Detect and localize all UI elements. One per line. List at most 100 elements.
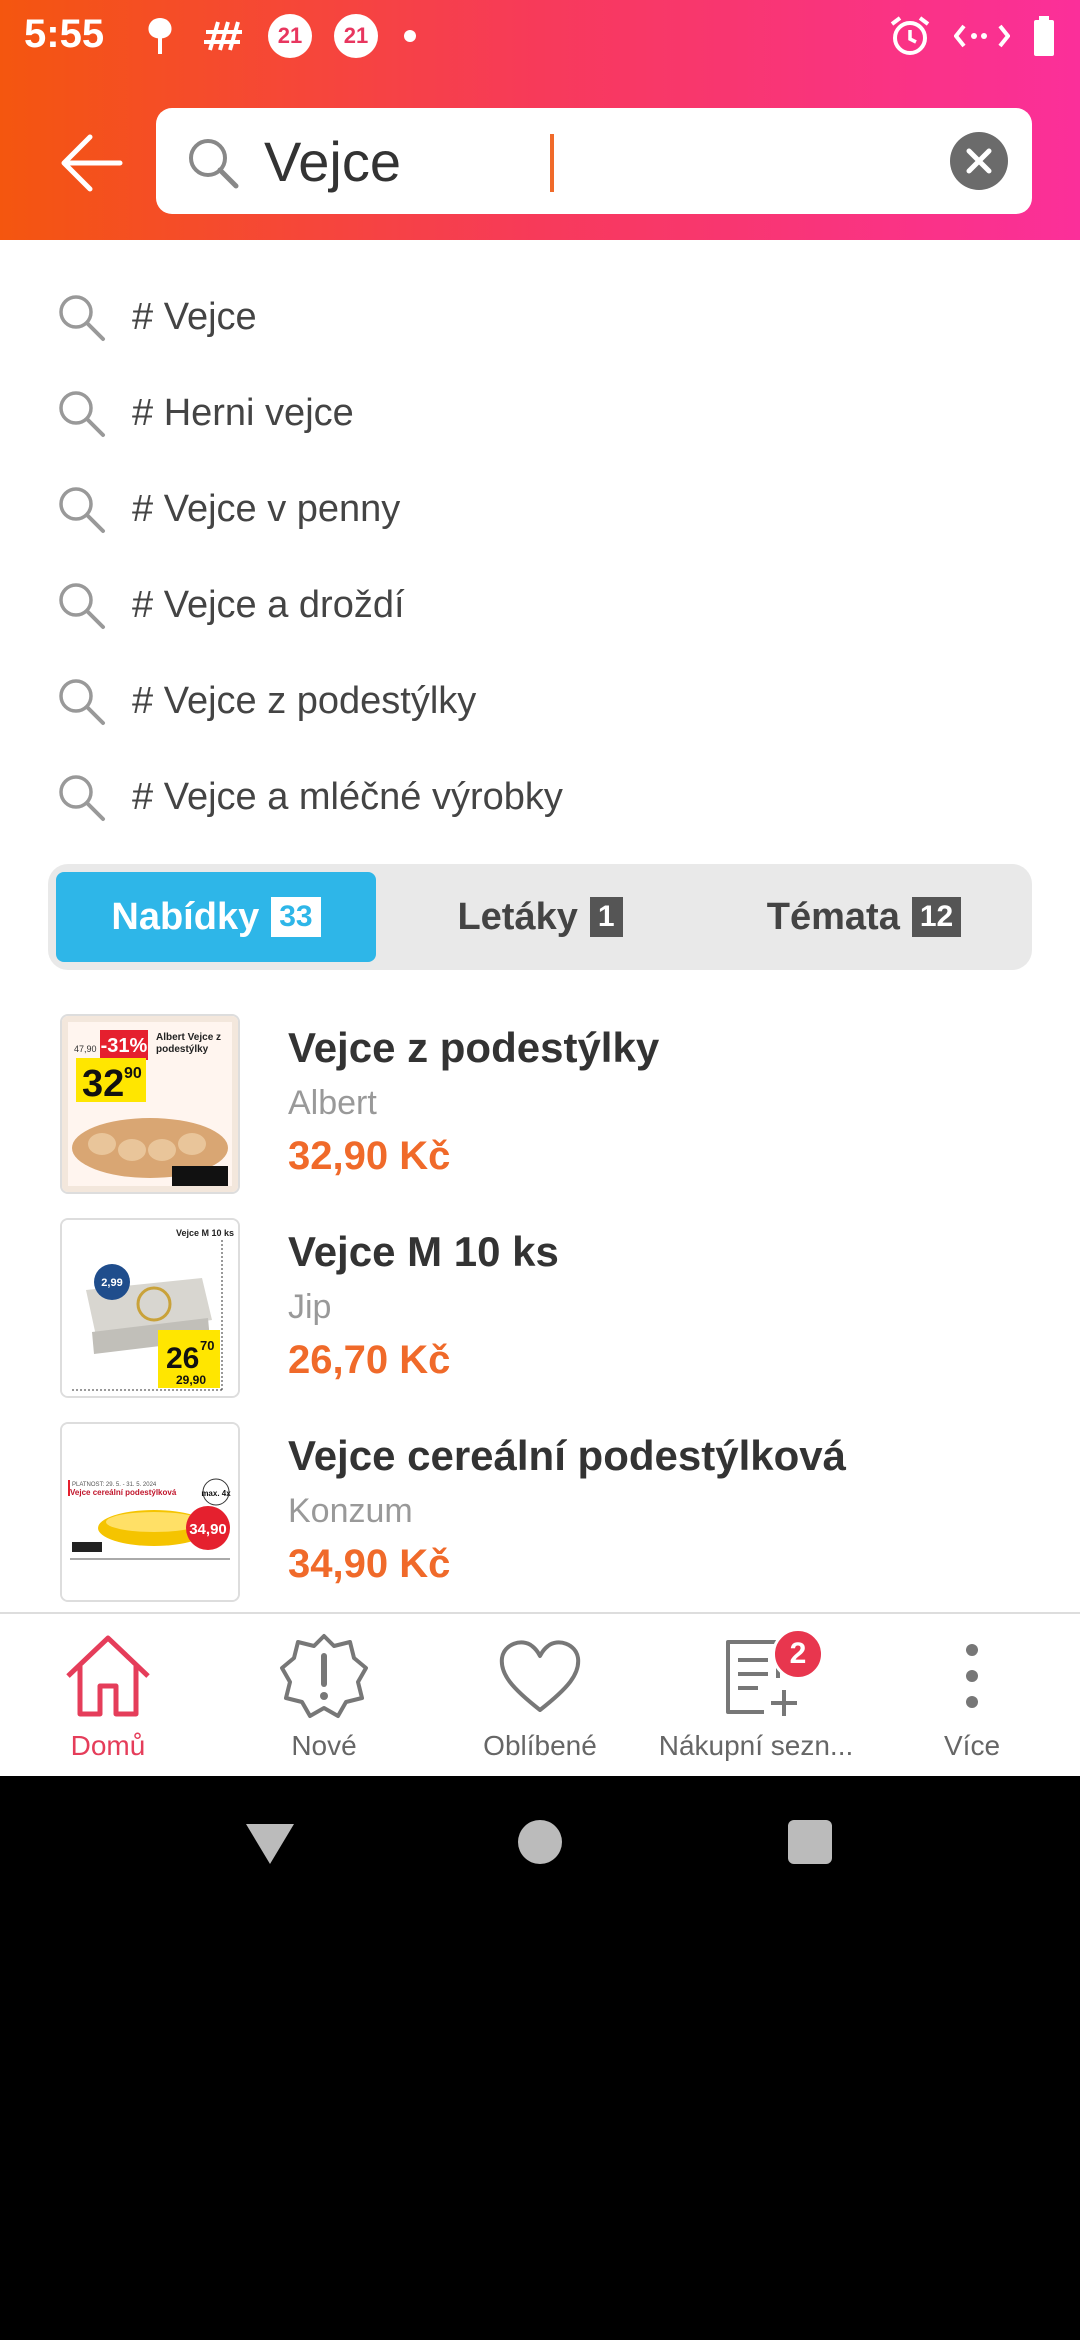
offer-store: Konzum (288, 1492, 413, 1530)
app-21-label: 21 (277, 23, 303, 48)
thumb-caption: Albert Vejce z podestýlky (156, 1032, 222, 1055)
nav-label: Nákupní sezn... (658, 1730, 854, 1761)
offer-item[interactable]: -31% 32 90 47,90 Albert Vejce z podestýl… (0, 1010, 1080, 1214)
offer-title: Vejce M 10 ks (288, 1228, 559, 1275)
search-icon (189, 139, 239, 189)
search-icon (59, 775, 105, 821)
thumb-old-price: 29,90 (176, 1373, 206, 1387)
app-21-icon: 21 (268, 14, 312, 58)
tab-offers[interactable]: Nabídky 33 (56, 872, 376, 962)
alarm-icon (890, 16, 930, 55)
nav-more[interactable]: Více (864, 1614, 1080, 1776)
back-arrow-icon[interactable] (58, 128, 128, 198)
offer-title: Vejce z podestýlky (288, 1024, 660, 1071)
thumb-price-int: 32 (82, 1063, 124, 1105)
nav-shopping-list[interactable]: 2 Nákupní sezn... (648, 1614, 864, 1776)
hashtag-app-icon (204, 21, 242, 51)
suggestion-item[interactable]: # Vejce (0, 270, 1080, 366)
status-notifications: 21 21 (140, 14, 420, 58)
app-screen: 5:55 21 21 Vejce # Vejce # Herni vejce #… (0, 0, 1080, 1776)
app-21-icon-2: 21 (334, 14, 378, 58)
suggestion-item[interactable]: # Vejce v penny (0, 462, 1080, 558)
nav-favorites[interactable]: Oblíbené (432, 1614, 648, 1776)
nav-label: Více (943, 1730, 1001, 1761)
tab-count: 33 (271, 897, 321, 937)
battery-icon (1034, 16, 1054, 56)
suggestion-list: # Vejce # Herni vejce # Vejce v penny # … (0, 270, 1080, 846)
status-bar: 5:55 21 21 (0, 0, 1080, 72)
tab-label: Nabídky (111, 895, 260, 938)
search-icon (59, 391, 105, 437)
search-icon (59, 583, 105, 629)
thumb-badge: max. 4x (201, 1489, 231, 1498)
thumb-unit-price: 2,99 (101, 1277, 122, 1289)
thumb-discount: -31% (101, 1035, 148, 1057)
thumb-price-dec: 90 (124, 1065, 142, 1082)
tab-label: Témata (766, 895, 900, 938)
badge-count: 2 (789, 1637, 807, 1670)
heart-icon (499, 1640, 581, 1712)
tab-count: 1 (589, 897, 623, 937)
albert-egg-leaflet-image: -31% 32 90 47,90 Albert Vejce z podestýl… (62, 1016, 238, 1192)
system-recents-icon[interactable] (786, 1818, 834, 1866)
thumb-old-price: 47,90 (74, 1044, 97, 1054)
offer-title: Vejce cereální podestýlková (288, 1432, 846, 1479)
suggestion-item[interactable]: # Vejce z podestýlky (0, 654, 1080, 750)
konzum-egg-leaflet-image: PLATNOST: 29. 5. - 31. 5. 2024 Vejce cer… (62, 1424, 238, 1600)
thumb-caption: Vejce cereální podestýlková (70, 1488, 177, 1497)
offer-thumbnail: PLATNOST: 29. 5. - 31. 5. 2024 Vejce cer… (60, 1422, 240, 1602)
system-back-icon[interactable] (244, 1820, 296, 1868)
app-21-label-2: 21 (343, 23, 369, 48)
suggestion-item[interactable]: # Vejce a droždí (0, 558, 1080, 654)
system-home-icon[interactable] (516, 1818, 564, 1866)
clear-search-button[interactable] (950, 132, 1008, 190)
suggestion-label: # Herni vejce (132, 392, 354, 434)
jip-egg-leaflet-image: 2,99 26 70 29,90 Vejce M 10 ks (62, 1220, 238, 1396)
tab-topics[interactable]: Témata 12 (704, 872, 1024, 962)
alert-badge-icon (280, 1634, 368, 1718)
nav-label: Domů (70, 1730, 146, 1761)
shopping-list-count-badge: 2 (772, 1628, 824, 1680)
more-notifications-dot-icon (404, 30, 416, 42)
thumb-price-int: 26 (166, 1342, 199, 1375)
offer-item[interactable]: 2,99 26 70 29,90 Vejce M 10 ks Vejce M 1… (0, 1214, 1080, 1418)
data-saver-icon (954, 24, 1010, 48)
offer-item[interactable]: PLATNOST: 29. 5. - 31. 5. 2024 Vejce cer… (0, 1418, 1080, 1622)
offer-store: Jip (288, 1288, 332, 1326)
offer-price: 26,70 Kč (288, 1338, 451, 1382)
offer-list: -31% 32 90 47,90 Albert Vejce z podestýl… (0, 1010, 1080, 1622)
thumb-price: 34,90 (189, 1521, 227, 1538)
tulip-icon (148, 18, 172, 54)
suggestion-label: # Vejce z podestýlky (132, 680, 477, 722)
search-icon (59, 487, 105, 533)
result-tabs: Nabídky 33 Letáky 1 Témata 12 (48, 864, 1032, 970)
text-caret (550, 134, 554, 192)
search-input[interactable] (264, 126, 884, 196)
offer-price: 34,90 Kč (288, 1542, 451, 1586)
home-icon (66, 1635, 150, 1717)
nav-home[interactable]: Domů (0, 1614, 216, 1776)
search-icon (59, 295, 105, 341)
offer-thumbnail: 2,99 26 70 29,90 Vejce M 10 ks (60, 1218, 240, 1398)
suggestion-label: # Vejce a mléčné výrobky (132, 776, 563, 818)
suggestion-label: # Vejce a droždí (132, 584, 405, 626)
more-vertical-icon (966, 1644, 978, 1708)
tab-flyers[interactable]: Letáky 1 (380, 872, 700, 962)
suggestion-item[interactable]: # Vejce a mléčné výrobky (0, 750, 1080, 846)
search-icon (59, 679, 105, 725)
suggestion-item[interactable]: # Herni vejce (0, 366, 1080, 462)
tab-label: Letáky (457, 895, 578, 938)
search-box[interactable] (156, 108, 1032, 214)
offer-thumbnail: -31% 32 90 47,90 Albert Vejce z podestýl… (60, 1014, 240, 1194)
status-time: 5:55 (24, 12, 105, 56)
nav-label: Nové (291, 1730, 357, 1761)
close-icon (966, 148, 992, 174)
header: 5:55 21 21 (0, 0, 1080, 240)
thumb-price-dec: 70 (200, 1338, 214, 1353)
nav-new[interactable]: Nové (216, 1614, 432, 1776)
suggestion-label: # Vejce (132, 296, 257, 338)
bottom-navigation: Domů Nové Oblíbené 2 Nákupní sezn... Víc… (0, 1612, 1080, 1776)
thumb-caption: Vejce M 10 ks (175, 1228, 234, 1238)
offer-store: Albert (288, 1084, 377, 1122)
tab-count: 12 (911, 897, 962, 937)
